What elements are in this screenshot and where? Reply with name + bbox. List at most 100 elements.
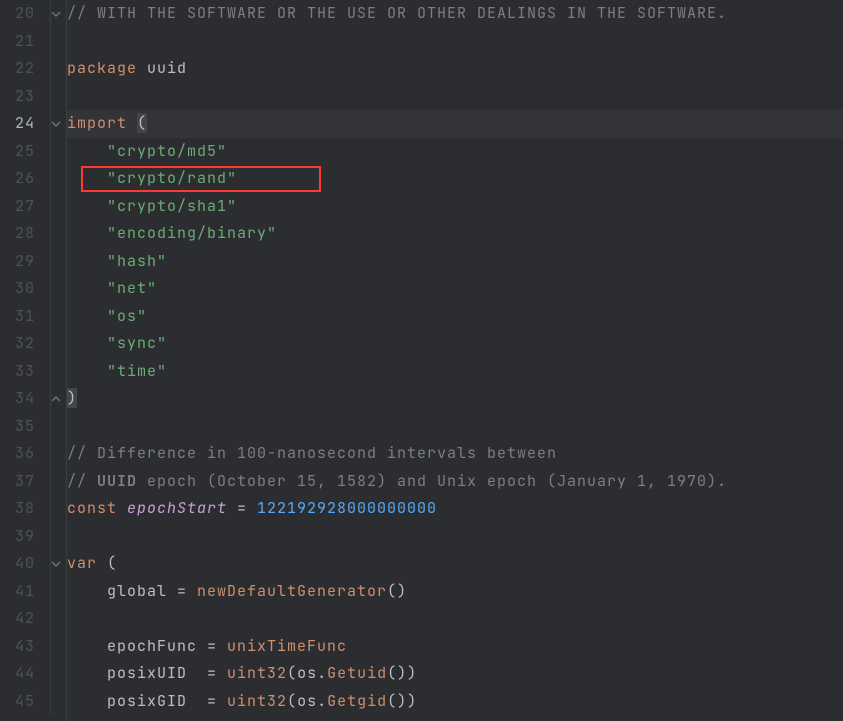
code-line[interactable] [67, 523, 843, 551]
code-token: "crypto/rand" [107, 168, 237, 188]
code-token: "encoding/binary" [107, 223, 277, 243]
fold-cell [45, 275, 66, 303]
line-number: 43 [0, 633, 35, 661]
code-token: ( [137, 113, 147, 133]
code-token: var [67, 553, 107, 573]
code-token: Getgid [327, 691, 387, 711]
code-line[interactable]: // UUID epoch (October 15, 1582) and Uni… [67, 468, 843, 496]
code-token: ()) [387, 663, 417, 683]
code-token: // [67, 471, 97, 491]
code-token: os [297, 663, 317, 683]
line-number: 40 [0, 550, 35, 578]
code-token: . [317, 691, 327, 711]
code-line[interactable] [67, 83, 843, 111]
code-token: uint32 [227, 663, 287, 683]
line-number: 28 [0, 220, 35, 248]
fold-cell [45, 413, 66, 441]
code-line[interactable]: "time" [67, 358, 843, 386]
code-line[interactable]: posixUID = uint32(os.Getuid()) [67, 660, 843, 688]
code-line[interactable]: import ( [67, 110, 843, 138]
code-token: "crypto/md5" [107, 141, 227, 161]
line-number: 26 [0, 165, 35, 193]
code-token: "hash" [107, 251, 167, 271]
fold-open-icon[interactable] [50, 8, 62, 20]
fold-open-icon[interactable] [50, 118, 62, 130]
fold-open-icon[interactable] [50, 558, 62, 570]
line-number: 38 [0, 495, 35, 523]
code-line[interactable]: // Difference in 100-nanosecond interval… [67, 440, 843, 468]
fold-cell [45, 523, 66, 551]
line-number: 21 [0, 28, 35, 56]
code-token: posixGID = [107, 691, 227, 711]
fold-cell [45, 440, 66, 468]
fold-cell [45, 330, 66, 358]
fold-cell [45, 578, 66, 606]
fold-close-icon[interactable] [50, 393, 62, 405]
code-line[interactable]: package uuid [67, 55, 843, 83]
code-token: ( [287, 691, 297, 711]
code-line[interactable]: posixGID = uint32(os.Getgid()) [67, 688, 843, 716]
fold-column[interactable] [45, 0, 67, 721]
code-line[interactable]: ) [67, 385, 843, 413]
fold-cell [45, 633, 66, 661]
line-number: 41 [0, 578, 35, 606]
fold-cell [45, 248, 66, 276]
fold-cell [45, 193, 66, 221]
code-line[interactable]: "encoding/binary" [67, 220, 843, 248]
fold-cell [45, 0, 66, 28]
fold-cell [45, 55, 66, 83]
code-area[interactable]: // WITH THE SOFTWARE OR THE USE OR OTHER… [67, 0, 843, 721]
code-token: ) [67, 388, 77, 408]
fold-cell [45, 358, 66, 386]
code-line[interactable]: "crypto/rand" [67, 165, 843, 193]
code-line[interactable]: "sync" [67, 330, 843, 358]
code-line[interactable] [67, 605, 843, 633]
code-line[interactable]: const epochStart = 122192928000000000 [67, 495, 843, 523]
code-token: "sync" [107, 333, 167, 353]
code-token: 122192928000000000 [257, 498, 437, 518]
code-token: "time" [107, 361, 167, 381]
code-token: ( [107, 553, 117, 573]
line-number: 20 [0, 0, 35, 28]
code-line[interactable] [67, 28, 843, 56]
line-number: 25 [0, 138, 35, 166]
fold-cell [45, 28, 66, 56]
line-number: 24 [0, 110, 35, 138]
line-number: 32 [0, 330, 35, 358]
code-line[interactable]: // WITH THE SOFTWARE OR THE USE OR OTHER… [67, 0, 843, 28]
line-number: 31 [0, 303, 35, 331]
fold-cell [45, 385, 66, 413]
code-token: "net" [107, 278, 157, 298]
code-token: uuid [147, 58, 187, 78]
code-token: UUID [97, 471, 137, 491]
fold-cell [45, 303, 66, 331]
code-token: . [317, 663, 327, 683]
code-token: "crypto/sha1" [107, 196, 237, 216]
fold-cell [45, 220, 66, 248]
line-number: 22 [0, 55, 35, 83]
line-number: 23 [0, 83, 35, 111]
code-line[interactable]: epochFunc = unixTimeFunc [67, 633, 843, 661]
code-token: newDefaultGenerator [197, 581, 387, 601]
code-token: uint32 [227, 691, 287, 711]
fold-cell [45, 688, 66, 716]
code-editor[interactable]: 2021222324252627282930313233343536373839… [0, 0, 843, 721]
code-line[interactable]: var ( [67, 550, 843, 578]
fold-cell [45, 165, 66, 193]
code-line[interactable]: global = newDefaultGenerator() [67, 578, 843, 606]
code-line[interactable]: "hash" [67, 248, 843, 276]
code-token: epochStart [127, 498, 227, 518]
code-line[interactable] [67, 413, 843, 441]
code-token: = [227, 498, 257, 518]
code-line[interactable]: "crypto/sha1" [67, 193, 843, 221]
code-token: epochFunc = [107, 636, 227, 656]
fold-cell [45, 550, 66, 578]
code-token: const [67, 498, 127, 518]
line-number: 34 [0, 385, 35, 413]
code-line[interactable]: "net" [67, 275, 843, 303]
code-token: Getuid [327, 663, 387, 683]
line-number: 33 [0, 358, 35, 386]
line-number: 29 [0, 248, 35, 276]
code-line[interactable]: "crypto/md5" [67, 138, 843, 166]
code-line[interactable]: "os" [67, 303, 843, 331]
